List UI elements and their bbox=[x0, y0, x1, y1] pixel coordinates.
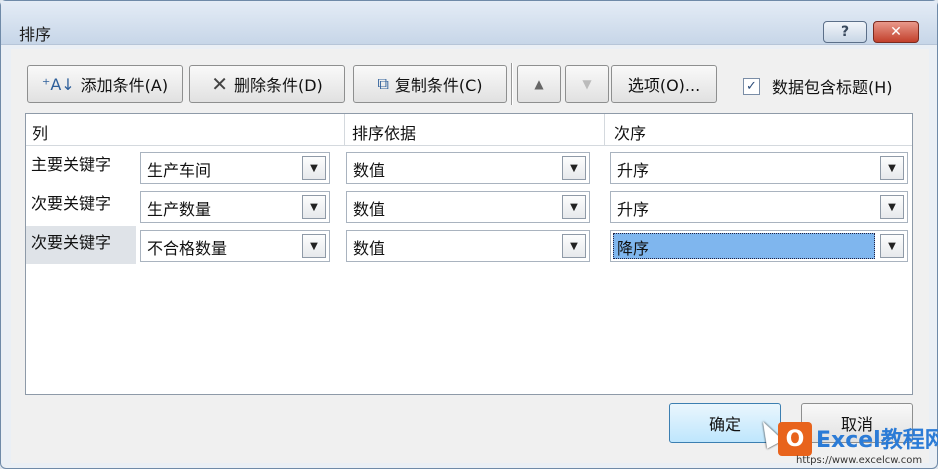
chevron-down-icon[interactable]: ▼ bbox=[880, 234, 904, 258]
delete-x-icon: ✕ bbox=[211, 72, 228, 96]
sort-add-icon: ⁺A↓ bbox=[41, 74, 75, 94]
dialog-title: 排序 bbox=[19, 25, 52, 44]
chevron-down-icon[interactable]: ▼ bbox=[562, 234, 586, 258]
header-checkbox-label: 数据包含标题(H) bbox=[772, 78, 893, 97]
move-down-button[interactable]: ▼ bbox=[565, 65, 609, 103]
checkmark-icon: ✓ bbox=[746, 78, 757, 94]
watermark-url: https://www.excelcw.com bbox=[796, 455, 923, 466]
options-button[interactable]: 选项(O)... bbox=[611, 65, 717, 103]
options-label: 选项(O)... bbox=[627, 76, 701, 95]
order-select[interactable]: 降序 ▼ bbox=[610, 230, 908, 262]
copy-condition-label: 复制条件(C) bbox=[394, 76, 483, 95]
header-divider bbox=[344, 114, 345, 146]
sort-on-select-value: 数值 bbox=[353, 200, 386, 219]
delete-condition-label: 删除条件(D) bbox=[233, 76, 323, 95]
arrow-down-icon: ▼ bbox=[582, 77, 592, 91]
delete-condition-button[interactable]: ✕ 删除条件(D) bbox=[189, 65, 345, 103]
sort-level-row[interactable]: 次要关键字 生产数量 ▼ 数值 ▼ 升序 ▼ bbox=[26, 187, 912, 225]
move-up-button[interactable]: ▲ bbox=[517, 65, 561, 103]
order-select[interactable]: 升序 ▼ bbox=[610, 152, 908, 184]
ok-button-label: 确定 bbox=[708, 415, 741, 434]
title-bar: 排序 ? ✕ bbox=[1, 1, 937, 45]
chevron-down-icon[interactable]: ▼ bbox=[880, 195, 904, 219]
sort-level-row-selected[interactable]: 次要关键字 不合格数量 ▼ 数值 ▼ 降序 ▼ bbox=[26, 226, 912, 264]
column-select-value: 生产车间 bbox=[147, 161, 212, 180]
sort-dialog: 排序 ? ✕ ⁺A↓ 添加条件(A) ✕ 删除条件(D) ⧉ 复制条件(C) ▲… bbox=[0, 0, 938, 469]
row-label: 主要关键字 bbox=[31, 155, 112, 174]
sort-on-select[interactable]: 数值 ▼ bbox=[346, 230, 590, 262]
column-select[interactable]: 不合格数量 ▼ bbox=[140, 230, 330, 262]
toolbar-separator bbox=[511, 63, 513, 105]
copy-icon: ⧉ bbox=[377, 74, 389, 93]
column-select-value: 不合格数量 bbox=[147, 239, 228, 258]
header-checkbox-group[interactable]: ✓ 数据包含标题(H) bbox=[743, 74, 893, 98]
column-select[interactable]: 生产数量 ▼ bbox=[140, 191, 330, 223]
add-condition-label: 添加条件(A) bbox=[80, 76, 169, 95]
sort-on-select[interactable]: 数值 ▼ bbox=[346, 191, 590, 223]
order-select-value: 升序 bbox=[617, 200, 650, 219]
chevron-down-icon[interactable]: ▼ bbox=[302, 234, 326, 258]
column-select-value: 生产数量 bbox=[147, 200, 212, 219]
header-checkbox[interactable]: ✓ bbox=[743, 77, 760, 95]
sort-on-select-value: 数值 bbox=[353, 239, 386, 258]
order-select-value: 降序 bbox=[617, 239, 650, 258]
order-select[interactable]: 升序 ▼ bbox=[610, 191, 908, 223]
row-label: 次要关键字 bbox=[26, 226, 136, 264]
chevron-down-icon[interactable]: ▼ bbox=[880, 156, 904, 180]
office-logo-icon: O bbox=[778, 422, 812, 456]
chevron-down-icon[interactable]: ▼ bbox=[562, 156, 586, 180]
sort-on-select-value: 数值 bbox=[353, 161, 386, 180]
selection-highlight bbox=[613, 233, 875, 259]
watermark: O Excel教程网 https://www.excelcw.com bbox=[772, 420, 938, 466]
column-header-sort-on: 排序依据 bbox=[352, 124, 417, 143]
chevron-down-icon[interactable]: ▼ bbox=[302, 195, 326, 219]
add-condition-button[interactable]: ⁺A↓ 添加条件(A) bbox=[27, 65, 183, 103]
help-button[interactable]: ? bbox=[823, 21, 867, 43]
chevron-down-icon[interactable]: ▼ bbox=[302, 156, 326, 180]
grid-header: 列 排序依据 次序 bbox=[26, 114, 912, 146]
header-divider bbox=[604, 114, 605, 146]
row-label: 次要关键字 bbox=[31, 194, 112, 213]
arrow-up-icon: ▲ bbox=[534, 77, 544, 91]
column-header-order: 次序 bbox=[614, 124, 647, 143]
copy-condition-button[interactable]: ⧉ 复制条件(C) bbox=[353, 65, 507, 103]
watermark-name: Excel教程网 bbox=[816, 428, 938, 453]
sort-levels-grid: 列 排序依据 次序 主要关键字 生产车间 ▼ 数值 ▼ 升序 ▼ 次要关键字 生… bbox=[25, 113, 913, 395]
dialog-body: ⁺A↓ 添加条件(A) ✕ 删除条件(D) ⧉ 复制条件(C) ▲ ▼ 选项(O… bbox=[11, 49, 929, 463]
sort-on-select[interactable]: 数值 ▼ bbox=[346, 152, 590, 184]
help-icon: ? bbox=[840, 24, 850, 40]
column-header-column: 列 bbox=[32, 124, 49, 143]
close-button[interactable]: ✕ bbox=[873, 21, 919, 43]
sort-level-row[interactable]: 主要关键字 生产车间 ▼ 数值 ▼ 升序 ▼ bbox=[26, 148, 912, 186]
column-select[interactable]: 生产车间 ▼ bbox=[140, 152, 330, 184]
close-icon: ✕ bbox=[890, 24, 902, 40]
chevron-down-icon[interactable]: ▼ bbox=[562, 195, 586, 219]
order-select-value: 升序 bbox=[617, 161, 650, 180]
